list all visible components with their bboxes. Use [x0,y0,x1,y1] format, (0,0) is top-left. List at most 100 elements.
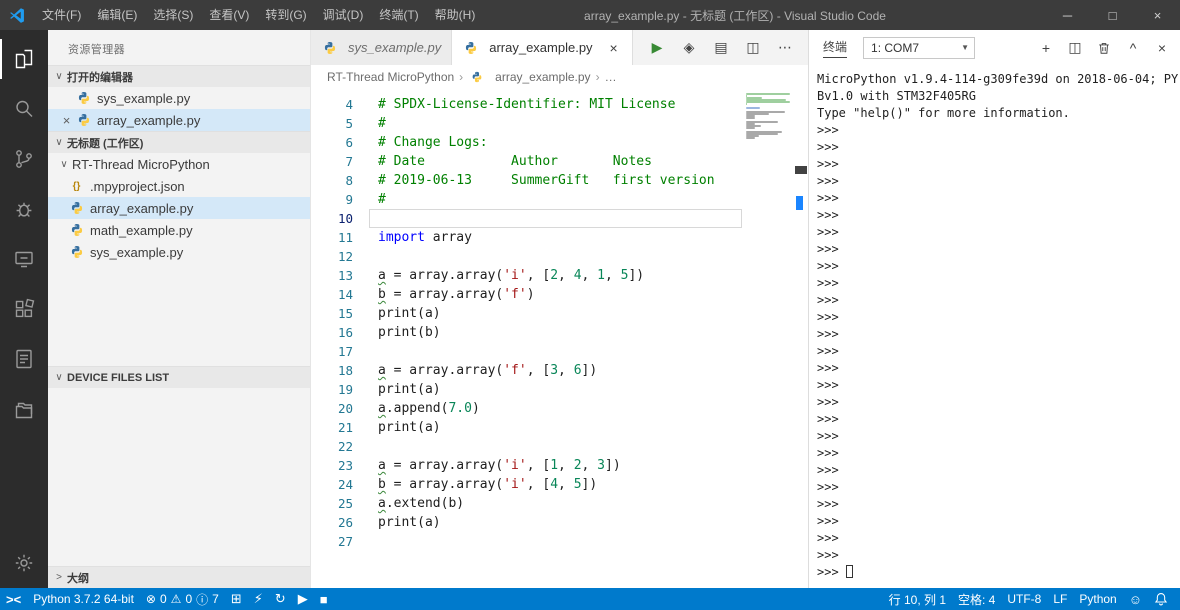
panel-tab-terminal[interactable]: 终端 [823,38,848,58]
quick-flash[interactable]: ⚡ [248,588,269,610]
project-notes-icon[interactable] [0,334,48,384]
line-number[interactable]: 6 [311,133,353,152]
code-editor[interactable]: 4 # SPDX-License-Identifier: MIT License 5… [311,88,808,588]
problems[interactable]: ⊗ 0 ⚠ 0 ⓘ 7 [140,588,225,610]
breadcrumb-item[interactable]: … [605,70,617,84]
search-icon[interactable] [0,84,48,134]
close-icon[interactable]: × [58,113,75,128]
cursor-position[interactable]: 行 10, 列 1 [883,588,952,610]
line-number[interactable]: 4 [311,95,353,114]
code-line-19[interactable]: 19 print(a) [311,380,808,399]
code-line-17[interactable]: 17 [311,342,808,361]
settings-gear-icon[interactable] [0,538,48,588]
code-line-24[interactable]: 24 b = array.array('i', [4, 5]) [311,475,808,494]
line-number[interactable]: 20 [311,399,353,418]
menu-item-v[interactable]: 查看(V) [201,0,257,30]
remote-device-icon[interactable] [0,234,48,284]
line-number[interactable]: 24 [311,475,353,494]
code-line-18[interactable]: 18 a = array.array('f', [3, 6]) [311,361,808,380]
line-number[interactable]: 7 [311,152,353,171]
code-line-10[interactable]: 10 [311,209,808,228]
terminal-output[interactable]: MicroPython v1.9.4-114-g309fe39d on 2018… [809,65,1180,588]
sync-files[interactable]: ↻ [269,588,292,610]
code-line-15[interactable]: 15 print(a) [311,304,808,323]
tree-item-sys-example-py[interactable]: sys_example.py [48,241,310,263]
code-line-12[interactable]: 12 [311,247,808,266]
open-editor-sys-example-py[interactable]: sys_example.py [48,87,310,109]
code-line-6[interactable]: 6 # Change Logs: [311,133,808,152]
line-number[interactable]: 8 [311,171,353,190]
code-line-26[interactable]: 26 print(a) [311,513,808,532]
code-line-7[interactable]: 7 # Date Author Notes [311,152,808,171]
line-number[interactable]: 9 [311,190,353,209]
code-line-27[interactable]: 27 [311,532,808,551]
line-number[interactable]: 21 [311,418,353,437]
sync-device-icon[interactable]: ◈ [678,37,700,59]
code-line-13[interactable]: 13 a = array.array('i', [2, 4, 1, 5]) [311,266,808,285]
code-line-22[interactable]: 22 [311,437,808,456]
menu-item-f[interactable]: 文件(F) [34,0,89,30]
line-number[interactable]: 5 [311,114,353,133]
menu-item-t[interactable]: 终端(T) [371,0,426,30]
line-number[interactable]: 26 [311,513,353,532]
line-number[interactable]: 27 [311,532,353,551]
line-number[interactable]: 23 [311,456,353,475]
code-line-11[interactable]: 11 import array [311,228,808,247]
code-line-8[interactable]: 8 # 2019-06-13 SummerGift first version [311,171,808,190]
minimize-button[interactable]: ─ [1045,0,1090,30]
line-number[interactable]: 11 [311,228,353,247]
code-line-16[interactable]: 16 print(b) [311,323,808,342]
debug-icon[interactable] [0,184,48,234]
split-terminal-icon[interactable]: ◫ [1067,39,1083,56]
line-number[interactable]: 22 [311,437,353,456]
tab-sys-example-py[interactable]: sys_example.py [311,30,453,65]
line-number[interactable]: 15 [311,304,353,323]
tree-item-mpyproject-json[interactable]: {} .mpyproject.json [48,175,310,197]
menu-item-e[interactable]: 编辑(E) [89,0,145,30]
menu-item-s[interactable]: 选择(S) [145,0,201,30]
code-line-20[interactable]: 20 a.append(7.0) [311,399,808,418]
terminal-selector[interactable]: 1: COM7 ▼ [863,36,976,59]
remote-indicator[interactable]: >< [0,588,27,610]
split-editor-icon[interactable]: ◫ [742,37,764,59]
code-line-25[interactable]: 25 a.extend(b) [311,494,808,513]
close-icon[interactable]: × [606,40,622,56]
minimap[interactable] [744,93,792,141]
line-number[interactable]: 18 [311,361,353,380]
bell-icon[interactable] [1148,588,1174,610]
device-board[interactable]: ⊞ [225,588,248,610]
line-number[interactable]: 10 [311,209,353,228]
extensions-icon[interactable] [0,284,48,334]
workspace-header[interactable]: ∨ 无标题 (工作区) [48,131,310,153]
menu-item-g[interactable]: 转到(G) [257,0,314,30]
breadcrumb-item[interactable]: RT-Thread MicroPython [327,70,454,84]
tree-item-math-example-py[interactable]: math_example.py [48,219,310,241]
stop-device[interactable]: ■ [314,588,334,610]
run-device[interactable]: ▶ [292,588,314,610]
python-interpreter[interactable]: Python 3.7.2 64-bit [27,588,140,610]
line-number[interactable]: 13 [311,266,353,285]
more-actions-icon[interactable]: ⋯ [774,37,796,59]
menu-item-d[interactable]: 调试(D) [315,0,372,30]
device-files-header[interactable]: ∨ DEVICE FILES LIST [48,366,310,388]
line-number[interactable]: 14 [311,285,353,304]
line-number[interactable]: 17 [311,342,353,361]
line-number[interactable]: 16 [311,323,353,342]
new-terminal-icon[interactable]: + [1038,40,1054,56]
source-control-icon[interactable] [0,134,48,184]
breadcrumb-item[interactable]: array_example.py [495,70,590,84]
line-number[interactable]: 19 [311,380,353,399]
code-line-21[interactable]: 21 print(a) [311,418,808,437]
eol[interactable]: LF [1047,588,1073,610]
folder-rt-thread-micropython[interactable]: ∨ RT-Thread MicroPython [48,153,310,175]
tree-item-array-example-py[interactable]: array_example.py [48,197,310,219]
indentation[interactable]: 空格: 4 [952,588,1001,610]
line-number[interactable]: 25 [311,494,353,513]
kill-terminal-icon[interactable] [1096,40,1112,56]
tab-array-example-py[interactable]: array_example.py × [452,30,633,65]
maximize-panel-icon[interactable]: ^ [1125,40,1141,56]
close-panel-icon[interactable]: × [1154,40,1170,56]
open-editor-array-example-py[interactable]: × array_example.py [48,109,310,131]
line-number[interactable]: 12 [311,247,353,266]
maximize-button[interactable]: □ [1090,0,1135,30]
